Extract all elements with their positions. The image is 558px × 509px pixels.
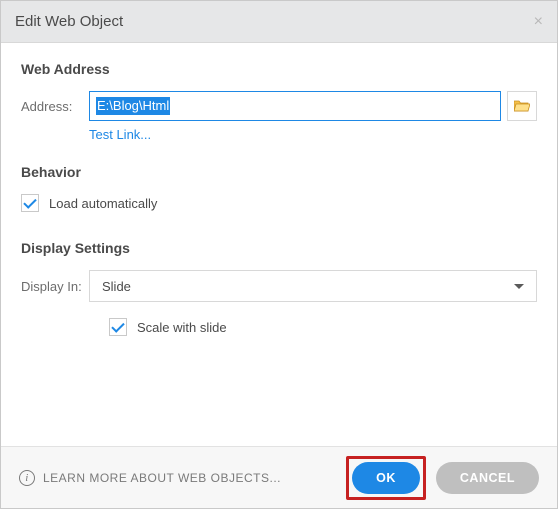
close-icon[interactable]: ×	[534, 13, 543, 31]
test-link[interactable]: Test Link...	[89, 127, 151, 142]
load-automatically-checkbox[interactable]	[21, 194, 39, 212]
address-label: Address:	[21, 99, 89, 114]
display-in-row: Display In: Slide	[21, 270, 537, 302]
dialog-footer: i LEARN MORE ABOUT WEB OBJECTS... OK CAN…	[1, 446, 557, 508]
dialog-title: Edit Web Object	[15, 13, 123, 30]
display-in-select[interactable]: Slide	[89, 270, 537, 302]
address-input-value: E:\Blog\Html	[96, 97, 170, 115]
display-in-label: Display In:	[21, 279, 89, 294]
load-automatically-label: Load automatically	[49, 196, 157, 211]
ok-highlight-box: OK	[346, 456, 426, 500]
scale-with-slide-checkbox[interactable]	[109, 318, 127, 336]
chevron-down-icon	[514, 284, 524, 289]
folder-icon	[514, 99, 530, 113]
browse-button[interactable]	[507, 91, 537, 121]
address-input[interactable]: E:\Blog\Html	[89, 91, 501, 121]
dialog-body: Web Address Address: E:\Blog\Html Test L…	[1, 43, 557, 446]
web-address-heading: Web Address	[21, 61, 537, 77]
behavior-heading: Behavior	[21, 164, 537, 180]
ok-button[interactable]: OK	[352, 462, 420, 494]
edit-web-object-dialog: Edit Web Object × Web Address Address: E…	[0, 0, 558, 509]
scale-with-slide-label: Scale with slide	[137, 320, 227, 335]
info-icon: i	[19, 470, 35, 486]
titlebar: Edit Web Object ×	[1, 1, 557, 43]
display-in-value: Slide	[102, 279, 131, 294]
learn-more-label: LEARN MORE ABOUT WEB OBJECTS...	[43, 471, 281, 485]
address-row: Address: E:\Blog\Html	[21, 91, 537, 121]
cancel-button[interactable]: CANCEL	[436, 462, 539, 494]
display-settings-heading: Display Settings	[21, 240, 537, 256]
learn-more-link[interactable]: i LEARN MORE ABOUT WEB OBJECTS...	[19, 470, 281, 486]
